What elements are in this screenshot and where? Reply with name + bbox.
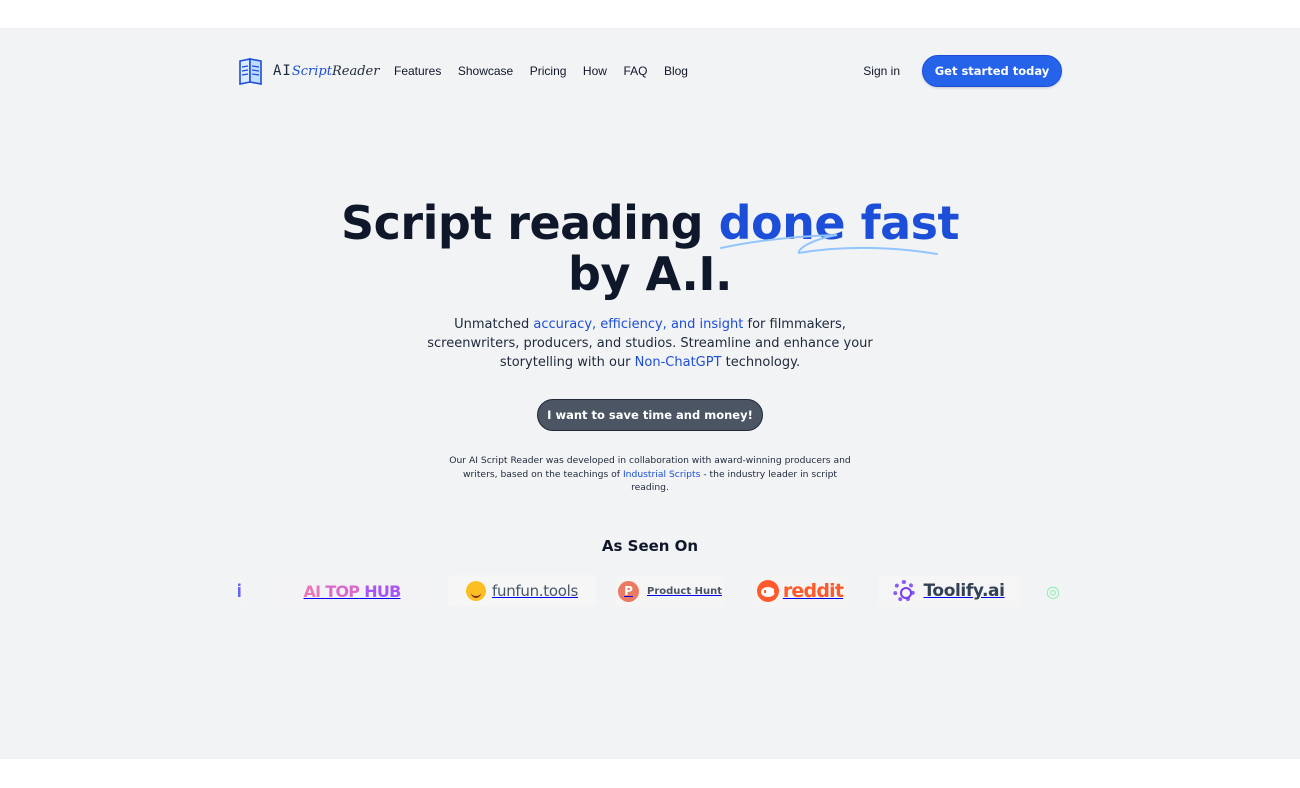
sign-in-link[interactable]: Sign in — [855, 60, 908, 82]
brand-name-script: Script — [291, 63, 332, 79]
toolify-label: Toolify.ai — [923, 581, 1005, 601]
collaboration-note: Our AI Script Reader was developed in co… — [445, 454, 855, 495]
hero-subtitle-part3: technology. — [721, 355, 801, 370]
aitophub-logo[interactable]: AI TOP HUB — [278, 575, 426, 607]
aitophub-logo-ai: AI — [303, 581, 322, 601]
brand-name-ai: AI — [273, 63, 292, 79]
hero-subtitle-highlight-nonchatgpt: Non-ChatGPT — [634, 355, 722, 370]
toolify-gear-icon — [893, 580, 916, 602]
nav-link-how[interactable]: How — [575, 60, 615, 82]
product-hunt-icon: P — [618, 580, 639, 602]
top-navigation: AI Script Reader Features Showcase Prici… — [238, 55, 1062, 87]
reddit-label: reddit — [782, 580, 844, 602]
funfun-tools-logo[interactable]: funfun.tools — [448, 575, 596, 607]
product-hunt-label: Product Hunt — [647, 585, 722, 597]
hero-title-highlight: done fast — [718, 196, 960, 255]
nav-link-blog[interactable]: Blog — [656, 60, 696, 82]
hero-title-part2: by A.I. — [568, 247, 732, 301]
save-time-money-button[interactable]: I want to save time and money! — [537, 399, 763, 431]
nav-link-features[interactable]: Features — [386, 60, 449, 82]
hero-title-part1: Script reading — [340, 196, 719, 250]
industrial-scripts-link[interactable]: Industrial Scripts — [623, 469, 700, 480]
laughing-face-icon — [466, 581, 486, 601]
funfun-tools-label: funfun.tools — [492, 582, 578, 600]
brand-logo[interactable]: AI Script Reader — [238, 57, 379, 85]
nav-link-faq[interactable]: FAQ — [615, 60, 655, 82]
as-seen-on-title: As Seen On — [601, 537, 699, 555]
reddit-logo[interactable]: reddit — [750, 575, 850, 607]
script-book-icon — [239, 58, 262, 85]
nav-link-pricing[interactable]: Pricing — [522, 60, 575, 82]
hero-title-highlight-text: done fast — [718, 196, 960, 250]
nav-links: Features Showcase Pricing How FAQ Blog — [386, 55, 696, 87]
toolify-logo[interactable]: Toolify.ai — [878, 575, 1020, 607]
aitophub-logo-hub: HUB — [364, 581, 401, 601]
hero-subtitle-highlight-accuracy: accuracy, efficiency, and insight — [533, 317, 744, 332]
reddit-alien-icon — [756, 580, 779, 602]
product-hunt-logo[interactable]: P Product Hunt — [616, 575, 724, 607]
aitophub-logo-top: TOP — [325, 581, 360, 601]
nav-actions: Sign in Get started today — [855, 55, 1062, 87]
partial-logo-right: ◎ — [1046, 581, 1060, 601]
partial-logo-left: i — [238, 575, 246, 607]
page-background — [0, 28, 1300, 759]
get-started-button[interactable]: Get started today — [922, 55, 1062, 87]
hero-title: Script reading done fast by A.I. — [300, 198, 1000, 300]
nav-link-showcase[interactable]: Showcase — [450, 60, 521, 82]
hero-subtitle: Unmatched accuracy, efficiency, and insi… — [420, 315, 880, 372]
as-seen-on-logos: i AI TOP HUB funfun.tools P Product Hunt… — [238, 572, 1062, 610]
hero-subtitle-part1: Unmatched — [454, 317, 534, 332]
brand-name-reader: Reader — [331, 63, 380, 79]
